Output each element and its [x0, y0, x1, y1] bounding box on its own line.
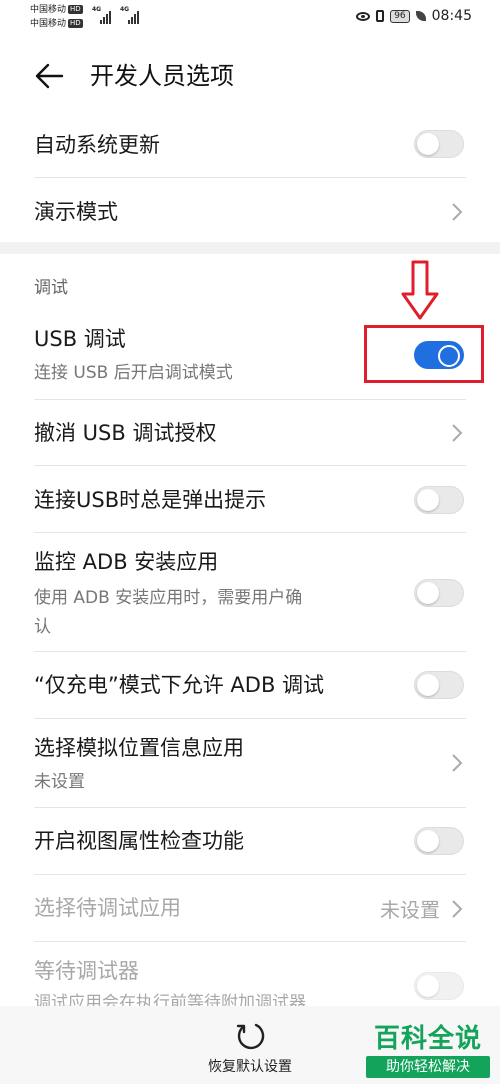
hd-badge: HD: [68, 5, 83, 14]
setting-description: 认: [34, 617, 51, 637]
watermark-title: 百科全说: [373, 1024, 482, 1054]
carrier-1: 中国移动 HD: [30, 5, 83, 15]
charge-only-adb-toggle[interactable]: [414, 671, 464, 699]
setting-description: 使用 ADB 安装应用时，需要用户确: [34, 588, 303, 608]
setting-label: 等待调试器: [34, 959, 139, 983]
setting-demo-mode[interactable]: 演示模式: [34, 193, 466, 233]
reset-icon[interactable]: [234, 1020, 266, 1052]
toggle-knob: [417, 674, 439, 696]
highlight-box: [364, 325, 484, 383]
app-header: 开发人员选项: [0, 48, 500, 104]
clock: 08:45: [431, 8, 472, 24]
setting-view-attribute[interactable]: 开启视图属性检查功能: [34, 824, 466, 864]
status-bar: 中国移动 HD 中国移动 HD 4G 4G 96 08:45: [0, 0, 500, 36]
setting-description: 未设置: [34, 772, 85, 792]
setting-description: 调试应用会在执行前等待附加调试器: [34, 993, 306, 1006]
setting-label: 撤消 USB 调试授权: [34, 421, 217, 445]
divider: [34, 399, 466, 400]
setting-label: “仅充电”模式下允许 ADB 调试: [34, 673, 325, 697]
setting-wait-debugger[interactable]: 等待调试器 调试应用会在执行前等待附加调试器: [34, 954, 466, 1006]
divider: [34, 465, 466, 466]
toggle-knob: [417, 830, 439, 852]
setting-revoke-usb-auth[interactable]: 撤消 USB 调试授权: [34, 416, 466, 456]
toggle-knob: [417, 133, 439, 155]
chevron-right-icon: [452, 900, 463, 918]
setting-label: 选择待调试应用: [34, 896, 181, 920]
usb-prompt-toggle[interactable]: [414, 486, 464, 514]
divider: [34, 874, 466, 875]
divider: [34, 532, 466, 533]
divider: [34, 651, 466, 652]
toggle-knob: [417, 975, 439, 997]
divider: [34, 177, 466, 178]
status-icons: 96 08:45: [356, 8, 472, 24]
vibrate-icon: [376, 10, 385, 22]
setting-label: 监控 ADB 安装应用: [34, 550, 219, 574]
section-gap: [0, 242, 500, 254]
setting-value: 未设置: [380, 898, 440, 922]
setting-label: 开启视图属性检查功能: [34, 829, 244, 853]
carrier-2: 中国移动 HD: [30, 19, 83, 29]
hd-badge: HD: [68, 19, 83, 28]
setting-label: 自动系统更新: [34, 133, 160, 157]
setting-charge-only-adb[interactable]: “仅充电”模式下允许 ADB 调试: [34, 668, 466, 708]
divider: [34, 718, 466, 719]
setting-label: 选择模拟位置信息应用: [34, 736, 244, 760]
section-header-debug: 调试: [34, 278, 68, 298]
setting-usb-prompt[interactable]: 连接USB时总是弹出提示: [34, 483, 466, 523]
watermark-logo: 百科全说 助你轻松解决: [366, 1022, 490, 1082]
toggle-knob: [417, 582, 439, 604]
setting-auto-update[interactable]: 自动系统更新: [34, 126, 466, 166]
setting-description: 连接 USB 后开启调试模式: [34, 363, 233, 383]
setting-label: 演示模式: [34, 200, 118, 224]
adb-install-toggle[interactable]: [414, 579, 464, 607]
setting-mock-location[interactable]: 选择模拟位置信息应用 未设置: [34, 731, 466, 799]
signal-icon: [128, 8, 139, 24]
divider: [34, 941, 466, 942]
toggle-knob: [417, 489, 439, 511]
setting-label: 连接USB时总是弹出提示: [34, 488, 267, 512]
down-arrow-annotation-icon: [401, 260, 439, 320]
chevron-right-icon: [452, 424, 463, 442]
setting-adb-install[interactable]: 监控 ADB 安装应用 使用 ADB 安装应用时，需要用户确 认: [34, 545, 466, 645]
setting-select-debug-app[interactable]: 选择待调试应用 未设置: [34, 891, 466, 931]
wait-debugger-toggle[interactable]: [414, 972, 464, 1000]
signal-icon: [100, 8, 111, 24]
back-arrow-icon[interactable]: [34, 62, 64, 90]
chevron-right-icon: [452, 754, 463, 772]
battery-icon: 96: [390, 9, 410, 23]
eye-comfort-icon: [356, 11, 371, 21]
setting-label: USB 调试: [34, 327, 126, 351]
auto-update-toggle[interactable]: [414, 130, 464, 158]
power-saving-icon: [415, 11, 426, 21]
chevron-right-icon: [452, 203, 463, 221]
divider: [34, 807, 466, 808]
watermark-subtitle: 助你轻松解决: [366, 1056, 490, 1078]
view-attribute-toggle[interactable]: [414, 827, 464, 855]
page-title: 开发人员选项: [90, 62, 234, 90]
